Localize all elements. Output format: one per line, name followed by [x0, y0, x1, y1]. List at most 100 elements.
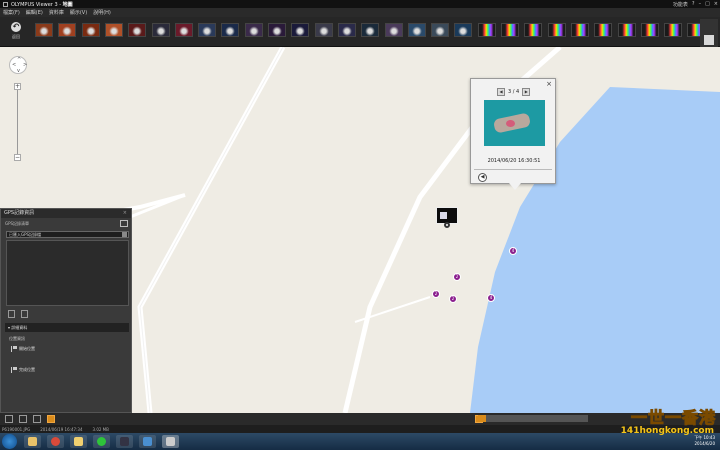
taskbar-line[interactable] — [93, 435, 110, 448]
status-size: 3.02 MB — [93, 427, 109, 432]
back-arrow-icon: ↶ — [11, 22, 21, 32]
gps-log-panel: GPS記錄資訊 × GPS記錄清單 已匯入GPS記錄檔 ▾ 詳細資料 位置資訊 … — [0, 208, 132, 413]
site-watermark: 一世一香港 141hongkong.com — [590, 404, 716, 442]
minimize-button[interactable]: – — [699, 1, 702, 7]
photo-timestamp: 2014/06/20 16:30:51 — [471, 158, 557, 164]
navigate-back-icon[interactable]: ◀ — [478, 173, 487, 182]
import-icon[interactable] — [120, 220, 128, 227]
taskbar-photos[interactable] — [139, 435, 156, 448]
menu-file[interactable]: 檔案(F) — [3, 9, 20, 16]
next-photo-button[interactable]: ▶ — [522, 88, 530, 96]
app-icon — [3, 2, 8, 7]
close-button[interactable]: × — [714, 1, 718, 7]
filmstrip-thumbnail[interactable] — [291, 23, 309, 37]
gps-log-list[interactable] — [6, 240, 129, 306]
status-date: 2014/06/19 16:47:34 — [40, 427, 82, 432]
filmstrip-thumbnail[interactable] — [338, 23, 356, 37]
details-section-header[interactable]: ▾ 詳細資料 — [5, 323, 129, 332]
gps-panel-header: GPS記錄資訊 × — [1, 209, 131, 218]
filmstrip-thumbnail[interactable] — [478, 23, 496, 37]
maximize-button[interactable]: □ — [705, 1, 710, 7]
pan-control[interactable]: ^ v < > — [9, 56, 27, 74]
window-title: OLYMPUS Viewer 3 - 地圖 — [11, 1, 73, 8]
position-info-label: 位置資訊 — [9, 336, 25, 342]
filmstrip: ↶ 返回 — [0, 17, 720, 47]
thumbnail-size-slider[interactable] — [478, 415, 588, 422]
filmstrip-thumbnail[interactable] — [571, 23, 589, 37]
filmstrip-thumbnail[interactable] — [221, 23, 239, 37]
page-indicator: 3 / 4 — [508, 89, 519, 95]
gps-tools — [8, 310, 28, 318]
chevron-down-icon — [122, 232, 127, 237]
photo-marker[interactable]: 2 — [453, 273, 461, 281]
flag-icon — [11, 346, 17, 352]
filmstrip-thumbnail[interactable] — [361, 23, 379, 37]
taskbar-lr[interactable] — [116, 435, 133, 448]
taskbar-folder[interactable] — [70, 435, 87, 448]
title-bar: OLYMPUS Viewer 3 - 地圖 功能表 ? – □ × — [0, 0, 720, 8]
current-photo-pin[interactable] — [436, 207, 458, 227]
zoom-in-button[interactable]: + — [14, 83, 21, 90]
zoom-slider-track[interactable] — [17, 83, 18, 158]
menu-edit[interactable]: 編輯(E) — [26, 9, 43, 16]
gps-panel-close-button[interactable]: × — [123, 209, 127, 218]
zoom-out-button[interactable]: − — [14, 154, 21, 161]
back-button[interactable]: ↶ 返回 — [8, 22, 24, 44]
flag-icon — [11, 367, 17, 373]
start-position-option[interactable]: 開始位置 — [11, 346, 35, 352]
filmstrip-thumbnail[interactable] — [548, 23, 566, 37]
filmstrip-thumbnail[interactable] — [385, 23, 403, 37]
filmstrip-thumbnail[interactable] — [664, 23, 682, 37]
prev-photo-button[interactable]: ◀ — [497, 88, 505, 96]
trash-icon[interactable] — [5, 415, 13, 423]
filmstrip-thumbnail[interactable] — [641, 23, 659, 37]
filmstrip-thumbnail[interactable] — [268, 23, 286, 37]
rotate-icon[interactable] — [19, 415, 27, 423]
filmstrip-thumbnail[interactable] — [105, 23, 123, 37]
end-position-option[interactable]: 完成位置 — [11, 367, 35, 373]
filmstrip-thumbnail[interactable] — [245, 23, 263, 37]
popup-close-button[interactable]: × — [546, 80, 552, 88]
menu-bar: 檔案(F) 編輯(E) 資料庫 顯示(V) 說明(H) — [0, 8, 720, 17]
scroll-button[interactable] — [704, 35, 714, 45]
taskbar-chrome[interactable] — [47, 435, 64, 448]
filmstrip-thumbnail[interactable] — [198, 23, 216, 37]
filmstrip-thumbnail[interactable] — [82, 23, 100, 37]
photo-marker[interactable]: 4 — [487, 294, 495, 302]
filmstrip-thumbnail[interactable] — [128, 23, 146, 37]
account-menu[interactable]: 功能表 — [673, 1, 688, 8]
filmstrip-thumbnail[interactable] — [454, 23, 472, 37]
photo-marker[interactable]: 4 — [509, 247, 517, 255]
filmstrip-thumbnail[interactable] — [524, 23, 542, 37]
help-icon[interactable]: ? — [692, 1, 695, 7]
filmstrip-thumbnail[interactable] — [315, 23, 333, 37]
filmstrip-thumbnail[interactable] — [594, 23, 612, 37]
filmstrip-thumbnail[interactable] — [152, 23, 170, 37]
filmstrip-thumbnail[interactable] — [408, 23, 426, 37]
gps-list-label: GPS記錄清單 — [5, 221, 29, 227]
filmstrip-thumbnail[interactable] — [58, 23, 76, 37]
filmstrip-thumbnail[interactable] — [618, 23, 636, 37]
filmstrip-thumbnail[interactable] — [501, 23, 519, 37]
menu-view[interactable]: 顯示(V) — [70, 9, 87, 16]
filmstrip-thumbnail[interactable] — [35, 23, 53, 37]
taskbar-explorer[interactable] — [24, 435, 41, 448]
taskbar-olympus-viewer[interactable] — [162, 435, 179, 448]
location-pin-icon — [444, 222, 450, 228]
popup-photo[interactable] — [484, 100, 545, 146]
popup-pager: ◀ 3 / 4 ▶ — [497, 88, 533, 96]
delete-icon[interactable] — [8, 310, 15, 318]
gps-log-select[interactable]: 已匯入GPS記錄檔 — [6, 231, 129, 238]
start-button[interactable] — [2, 434, 17, 449]
map-mode-icon[interactable] — [47, 415, 55, 423]
menu-database[interactable]: 資料庫 — [49, 9, 64, 16]
menu-help[interactable]: 說明(H) — [93, 9, 111, 16]
photo-marker[interactable]: 2 — [432, 290, 440, 298]
folder-icon[interactable] — [33, 415, 41, 423]
photo-popup: × ◀ 3 / 4 ▶ 2014/06/20 16:30:51 ◀ — [470, 78, 556, 184]
photo-marker[interactable]: 2 — [449, 295, 457, 303]
filmstrip-thumbnail[interactable] — [431, 23, 449, 37]
filmstrip-thumbnail[interactable] — [175, 23, 193, 37]
status-filename: P6190001.JPG — [2, 427, 30, 432]
edit-icon[interactable] — [21, 310, 28, 318]
